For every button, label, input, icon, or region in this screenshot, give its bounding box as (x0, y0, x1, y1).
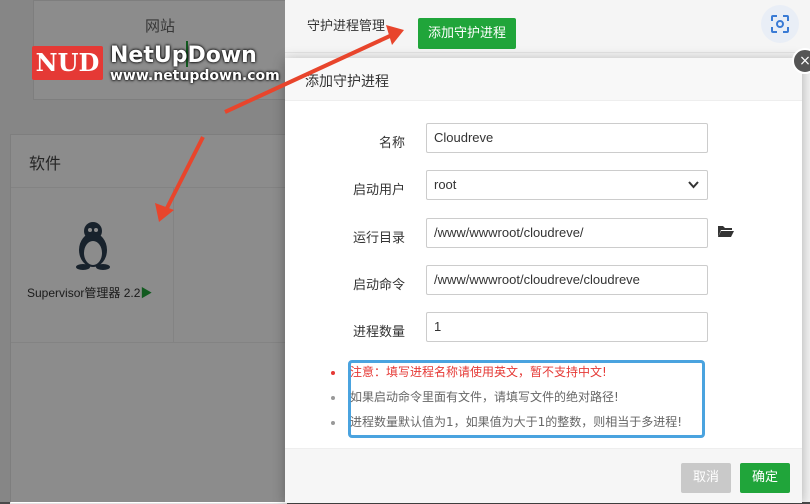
folder-open-icon[interactable] (717, 224, 735, 238)
add-daemon-dialog: 添加守护进程 名称 Cloudreve 启动用户 root 运行目录 /www/… (285, 58, 802, 503)
cmd-input[interactable]: /www/wwwroot/cloudreve/cloudreve (426, 265, 708, 295)
note-item: 如果启动命令里面有文件，请填写文件的绝对路径! (350, 390, 619, 404)
scan-icon[interactable] (761, 5, 799, 43)
note-item: 进程数量默认值为1，如果值为大于1的整数，则相当于多进程! (350, 415, 683, 429)
count-label: 进程数量 (352, 325, 405, 340)
name-input[interactable]: Cloudreve (426, 123, 708, 153)
scan-icon-graphic (771, 15, 789, 33)
cancel-button[interactable]: 取消 (681, 463, 731, 493)
add-daemon-button[interactable]: 添加守护进程 (418, 18, 516, 49)
note-item: 注意：填写进程名称请使用英文，暂不支持中文! (350, 365, 607, 379)
panel-title: 守护进程管理 (307, 19, 386, 34)
bullet-icon (331, 371, 335, 375)
dialog-header: 添加守护进程 (285, 58, 802, 101)
watermark-url: www.netupdown.com (110, 68, 280, 84)
dir-input[interactable]: /www/wwwroot/cloudreve/ (426, 218, 708, 248)
panel-header: 守护进程管理 添加守护进程 (285, 0, 810, 53)
count-input[interactable]: 1 (426, 312, 708, 342)
user-select[interactable]: root (426, 170, 708, 200)
confirm-button[interactable]: 确定 (740, 463, 790, 493)
cmd-label: 启动命令 (352, 278, 405, 293)
user-label: 启动用户 (352, 183, 405, 198)
bullet-icon (331, 396, 335, 400)
user-select-value: root (434, 177, 457, 192)
watermark-name: NetUpDown (110, 43, 257, 68)
name-label: 名称 (378, 136, 405, 151)
dialog-title: 添加守护进程 (305, 74, 389, 90)
dir-label: 运行目录 (352, 231, 405, 246)
watermark-logo: NUD (32, 46, 103, 80)
chevron-down-icon (688, 171, 699, 210)
dialog-footer: 取消 确定 (285, 448, 802, 503)
bullet-icon (331, 421, 335, 425)
